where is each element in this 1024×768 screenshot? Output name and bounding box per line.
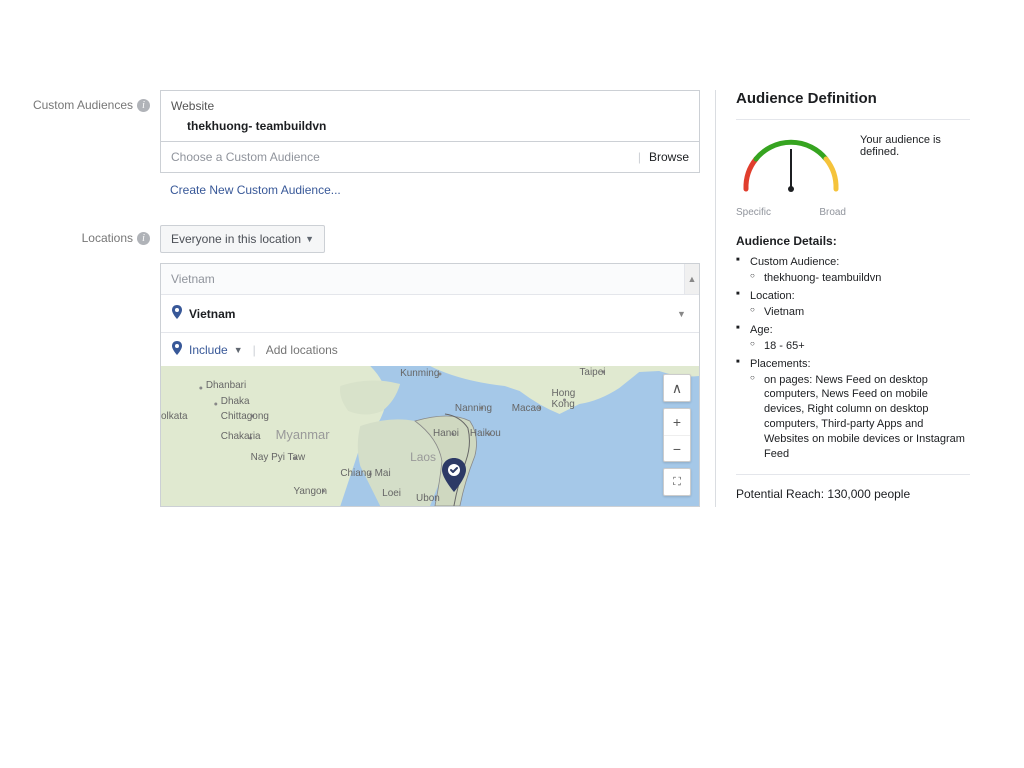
map-city-label: Macao [512,403,542,414]
map-city-label: Hong [552,388,576,399]
divider [736,119,970,120]
potential-reach: Potential Reach: 130,000 people [736,474,970,501]
detail-value: thekhuong- teambuildvn [750,271,970,286]
map-city-label: Haikou [470,428,501,439]
map-city-label: Kong [552,399,575,410]
map-city-label: Taipei [579,367,605,378]
location-scope-value: Everyone in this location [171,232,301,246]
map-zoom-out-button[interactable]: − [664,435,690,461]
audience-group-label: Website [171,99,689,113]
map-city-label: Dhanbari [206,380,246,391]
map-city-label: Dhaka [221,396,250,407]
audience-details-list: Custom Audience: thekhuong- teambuildvn … [736,256,970,462]
create-new-audience-link[interactable]: Create New Custom Audience... [160,183,700,197]
chevron-down-icon: ▼ [234,345,243,355]
browse-link[interactable]: Browse [649,150,689,164]
pin-icon [171,341,183,358]
locations-label: Locations [82,231,133,245]
map-region-label: Laos [410,450,436,464]
map-city-label: olkata [161,411,188,422]
location-selected-name: Vietnam [189,307,235,321]
map-city-label: Ubon [416,493,440,504]
map-marker-icon [441,458,467,492]
map-city-label: Hanoi [433,428,459,439]
map[interactable]: Dhanbari Dhaka olkata Chittagong Chakari… [161,366,699,506]
chevron-down-icon: ▼ [305,234,314,244]
map-city-label: Chittagong [221,411,269,422]
detail-value: Vietnam [750,305,970,320]
map-city-label: Nay Pyi Taw [251,452,306,463]
gauge-broad-label: Broad [819,207,846,218]
location-selected-row[interactable]: Vietnam ▼ [161,294,699,332]
separator: | [638,150,641,164]
pin-icon [171,305,183,322]
map-region-label: Myanmar [276,427,331,442]
location-panel: Vietnam ▲ Vietnam ▼ Include ▼ | [160,263,700,507]
custom-audience-box: Website thekhuong- teambuildvn Choose a … [160,90,700,173]
location-scope-dropdown[interactable]: Everyone in this location ▼ [160,225,325,253]
map-city-label: Loei [382,488,401,499]
separator: | [253,343,256,357]
audience-defined-text: Your audience is defined. [860,134,970,158]
map-fullscreen-button[interactable]: ⛶ [664,469,690,495]
map-city-label: Nanning [455,403,492,414]
map-zoom-in-button[interactable]: + [664,409,690,435]
info-icon[interactable]: i [137,99,150,112]
gauge-icon [736,134,846,199]
detail-label: Placements: [750,358,811,370]
detail-value: on pages: News Feed on desktop computers… [750,373,970,462]
map-city-label: Chakaria [221,431,261,442]
detail-label: Location: [750,290,795,302]
info-icon[interactable]: i [137,232,150,245]
location-country-header: Vietnam [171,272,684,286]
audience-details-title: Audience Details: [736,234,970,248]
map-pan-up-button[interactable]: ∧ [664,375,690,401]
audience-definition-title: Audience Definition [736,90,970,107]
audience-selected-item[interactable]: thekhuong- teambuildvn [171,113,689,133]
include-dropdown[interactable]: Include [189,343,228,357]
map-city-label: Yangon [294,486,328,497]
add-locations-input[interactable] [266,343,689,357]
gauge-specific-label: Specific [736,207,771,218]
detail-value: 18 - 65+ [750,339,970,354]
scroll-up-icon[interactable]: ▲ [684,264,699,294]
scroll-down-icon[interactable]: ▼ [674,309,689,319]
choose-audience-placeholder[interactable]: Choose a Custom Audience [171,150,630,164]
map-city-label: Kunming [400,368,439,379]
detail-label: Age: [750,324,773,336]
detail-label: Custom Audience: [750,256,839,268]
custom-audiences-label: Custom Audiences [33,98,133,112]
map-city-label: Chiang Mai [340,468,390,479]
